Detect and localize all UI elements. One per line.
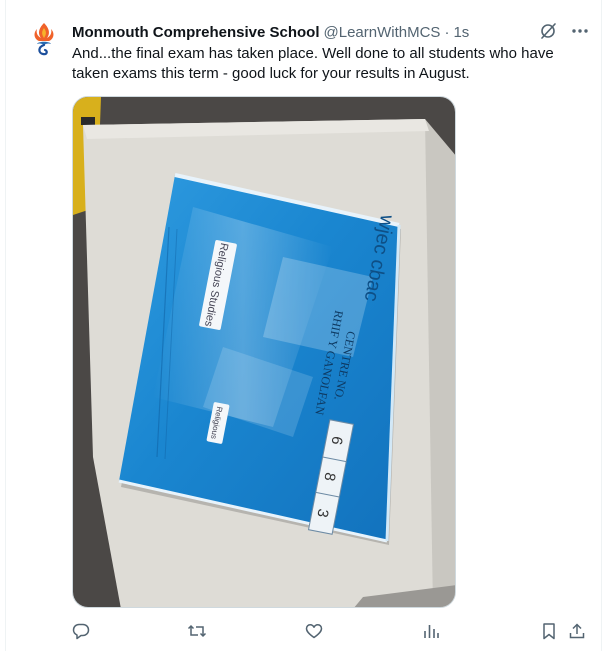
- avatar[interactable]: [24, 20, 64, 60]
- reply-icon[interactable]: [68, 618, 94, 644]
- timeline-border-right: [601, 0, 602, 651]
- author-name[interactable]: Monmouth Comprehensive School: [72, 24, 320, 41]
- school-logo-icon: [34, 23, 54, 56]
- retweet-icon[interactable]: [184, 618, 210, 644]
- tweet-top-actions: [537, 20, 591, 42]
- tweet-action-bar: [60, 618, 600, 644]
- tweet-text: And...the final exam has taken place. We…: [72, 45, 554, 82]
- share-icon[interactable]: [564, 618, 590, 644]
- views-icon[interactable]: [418, 618, 444, 644]
- separator-dot: ·: [444, 23, 450, 41]
- more-icon[interactable]: [569, 20, 591, 42]
- exam-paper-bag-photo: Religious Studies Religious wjec cbac CE…: [73, 97, 455, 607]
- timestamp[interactable]: 1s: [453, 24, 469, 41]
- grok-icon[interactable]: [537, 20, 559, 42]
- tweet-photo[interactable]: Religious Studies Religious wjec cbac CE…: [72, 96, 456, 608]
- author-handle[interactable]: @LearnWithMCS: [324, 24, 441, 41]
- bookmark-icon[interactable]: [536, 618, 562, 644]
- timeline-border-left: [5, 0, 6, 651]
- like-icon[interactable]: [301, 618, 327, 644]
- tweet-header: Monmouth Comprehensive School @LearnWith…: [72, 22, 469, 42]
